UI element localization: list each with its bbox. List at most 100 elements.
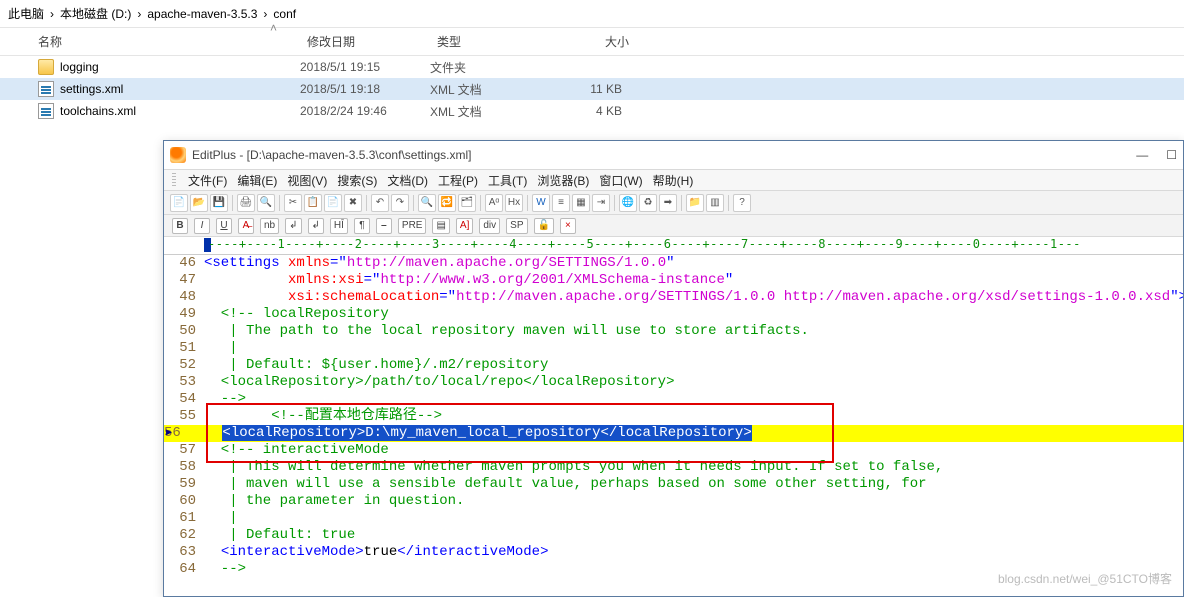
titlebar[interactable]: EditPlus - [D:\apache-maven-3.5.3\conf\s…	[164, 141, 1183, 169]
menu-search[interactable]: 搜索(S)	[337, 172, 377, 189]
nbsp-button[interactable]: nb	[260, 218, 279, 234]
menu-window[interactable]: 窗口(W)	[599, 172, 642, 189]
folder-icon[interactable]: 📁	[686, 194, 704, 212]
preview-icon[interactable]: 🔍	[257, 194, 275, 212]
wrap-icon[interactable]: ≡	[552, 194, 570, 212]
strike-button[interactable]: A̶	[238, 218, 254, 234]
col-date[interactable]: 修改日期	[307, 33, 437, 50]
panel-icon[interactable]: ▥	[706, 194, 724, 212]
separator	[480, 195, 481, 211]
file-type: XML 文档	[430, 103, 550, 120]
separator	[614, 195, 615, 211]
separator	[279, 195, 280, 211]
div-button[interactable]: div	[479, 218, 500, 234]
underline-button[interactable]: U	[216, 218, 232, 234]
hr-button[interactable]: ⎯	[376, 218, 392, 234]
code: | maven will use a sensible default valu…	[204, 476, 1183, 493]
anchor-button[interactable]: A]	[456, 218, 473, 234]
font-a-icon[interactable]: Aᵅ	[485, 194, 503, 212]
bc-root[interactable]: 此电脑	[8, 5, 44, 22]
menu-edit[interactable]: 编辑(E)	[237, 172, 277, 189]
menu-help[interactable]: 帮助(H)	[653, 172, 694, 189]
save-icon[interactable]: 💾	[210, 194, 228, 212]
reload-icon[interactable]: ♻	[639, 194, 657, 212]
chevron-right-icon: ›	[50, 7, 54, 21]
bc-drive[interactable]: 本地磁盘 (D:)	[60, 5, 131, 22]
file-row-folder[interactable]: logging 2018/5/1 19:15 文件夹	[0, 56, 1184, 78]
findfiles-icon[interactable]: 🗂	[458, 194, 476, 212]
code: http://www.w3.org/2001/XMLSchema-instanc…	[380, 272, 724, 288]
code: |	[204, 510, 1183, 527]
italic-button[interactable]: I	[194, 218, 210, 234]
br-button[interactable]: ↲	[285, 218, 301, 234]
menu-project[interactable]: 工程(P)	[438, 172, 478, 189]
menu-view[interactable]: 视图(V)	[287, 172, 327, 189]
toolbar-main[interactable]: 📄 📂 💾 🖨 🔍 ✂ 📋 📄 ✖ ↶ ↷ 🔍 🔁 🗂 Aᵅ Hx W ≡ ▦ …	[164, 191, 1183, 215]
ruler-text: ----+----1----+----2----+----3----+----4…	[208, 237, 1081, 251]
find-icon[interactable]: 🔍	[418, 194, 436, 212]
indent-icon[interactable]: ⇥	[592, 194, 610, 212]
code: <!--配置本地仓库路径-->	[204, 408, 1183, 425]
code: "	[725, 272, 733, 288]
para-button[interactable]: ¶	[354, 218, 370, 234]
col-size[interactable]: 大小	[557, 33, 647, 50]
list-button[interactable]: ▤	[432, 218, 449, 234]
browser-icon[interactable]: 🌐	[619, 194, 637, 212]
col-type[interactable]: 类型	[437, 33, 557, 50]
p-button[interactable]: ↲	[308, 218, 324, 234]
hex-icon[interactable]: Hx	[505, 194, 523, 212]
code: </interactiveMode>	[397, 544, 548, 560]
grip-icon	[172, 173, 176, 187]
menu-tool[interactable]: 工具(T)	[488, 172, 527, 189]
file-list-header[interactable]: 名称 ˄ 修改日期 类型 大小	[0, 28, 1184, 56]
bold-button[interactable]: B	[172, 218, 188, 234]
toolbar-html[interactable]: B I U A̶ nb ↲ ↲ HĪ ¶ ⎯ PRE ▤ A] div SP 🔓…	[164, 215, 1183, 237]
paste-icon[interactable]: 📄	[324, 194, 342, 212]
minimize-button[interactable]: —	[1136, 148, 1148, 162]
xml-file-icon	[38, 81, 54, 97]
new-icon[interactable]: 📄	[170, 194, 188, 212]
code-editor[interactable]: 46<settings xmlns="http://maven.apache.o…	[164, 255, 1183, 596]
word-icon[interactable]: W	[532, 194, 550, 212]
code: <!-- interactiveMode	[204, 442, 1183, 459]
xml-file-icon	[38, 103, 54, 119]
menu-file[interactable]: 文件(F)	[188, 172, 227, 189]
replace-icon[interactable]: 🔁	[438, 194, 456, 212]
file-row-selected[interactable]: settings.xml 2018/5/1 19:18 XML 文档 11 KB	[0, 78, 1184, 100]
file-date: 2018/2/24 19:46	[300, 104, 430, 118]
delete-icon[interactable]: ✖	[344, 194, 362, 212]
copy-icon[interactable]: 📋	[304, 194, 322, 212]
chevron-right-icon: ›	[263, 7, 267, 21]
menubar[interactable]: 文件(F) 编辑(E) 视图(V) 搜索(S) 文档(D) 工程(P) 工具(T…	[164, 169, 1183, 191]
file-row[interactable]: toolchains.xml 2018/2/24 19:46 XML 文档 4 …	[0, 100, 1184, 122]
file-date: 2018/5/1 19:18	[300, 82, 430, 96]
separator	[366, 195, 367, 211]
maximize-button[interactable]: ☐	[1166, 148, 1177, 162]
code: http://maven.apache.org/SETTINGS/1.0.0	[347, 255, 666, 271]
undo-icon[interactable]: ↶	[371, 194, 389, 212]
pre-button[interactable]: PRE	[398, 218, 427, 234]
menu-browser[interactable]: 浏览器(B)	[537, 172, 589, 189]
toggle-icon[interactable]: ▦	[572, 194, 590, 212]
bc-folder2[interactable]: conf	[273, 7, 296, 21]
bc-folder1[interactable]: apache-maven-3.5.3	[147, 7, 257, 21]
col-name[interactable]: 名称	[0, 33, 300, 50]
cut-icon[interactable]: ✂	[284, 194, 302, 212]
code: | This will determine whether maven prom…	[204, 459, 1183, 476]
print-icon[interactable]: 🖨	[237, 194, 255, 212]
open-icon[interactable]: 📂	[190, 194, 208, 212]
menu-document[interactable]: 文档(D)	[387, 172, 428, 189]
h-button[interactable]: HĪ	[330, 218, 348, 234]
breadcrumb[interactable]: 此电脑› 本地磁盘 (D:)› apache-maven-3.5.3› conf	[0, 0, 1184, 28]
code	[204, 544, 221, 560]
current-line-marker: ▶	[166, 425, 172, 442]
separator	[413, 195, 414, 211]
close-tag-button[interactable]: ×	[560, 218, 576, 234]
arrow-icon[interactable]: ➡	[659, 194, 677, 212]
help-icon[interactable]: ?	[733, 194, 751, 212]
lock-button[interactable]: 🔓	[534, 218, 554, 234]
folder-icon	[38, 59, 54, 75]
code: | Default: ${user.home}/.m2/repository	[204, 357, 1183, 374]
redo-icon[interactable]: ↷	[391, 194, 409, 212]
span-button[interactable]: SP	[506, 218, 527, 234]
